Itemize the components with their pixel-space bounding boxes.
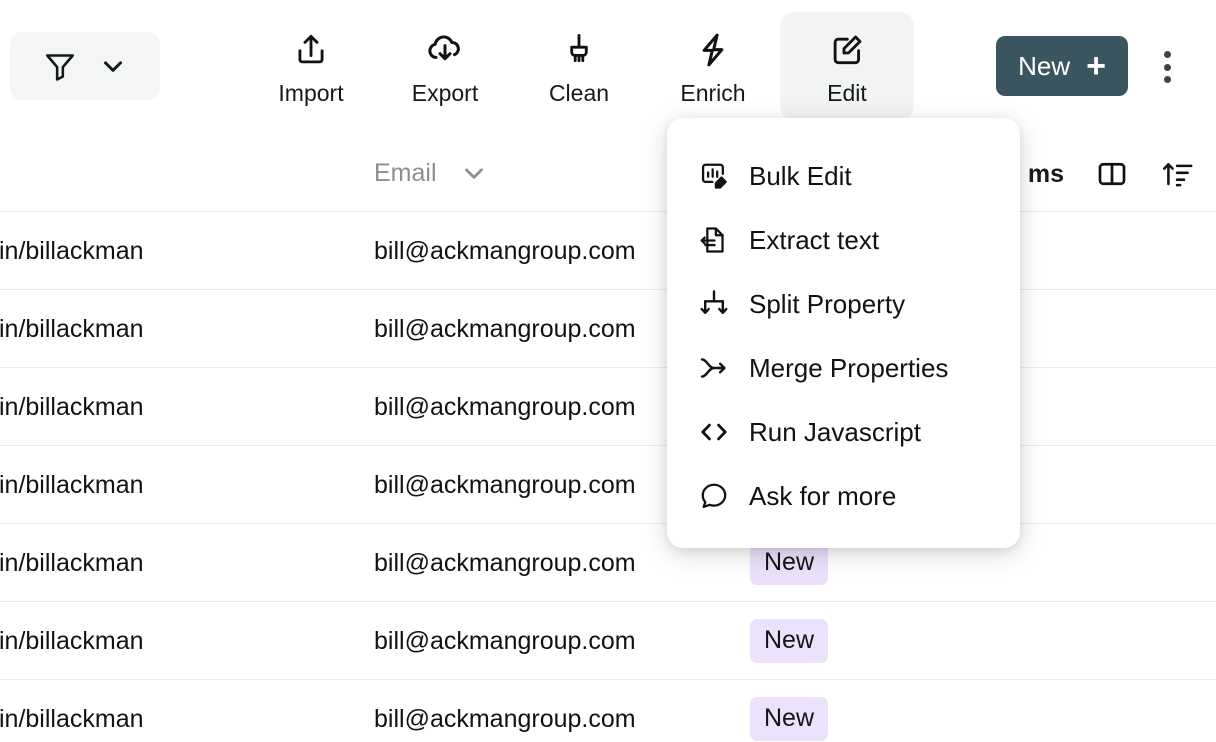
chevron-down-icon[interactable] xyxy=(459,158,489,188)
menu-item-label: Ask for more xyxy=(749,480,897,511)
menu-item-ask-for-more[interactable]: Ask for more xyxy=(667,464,1020,528)
menu-item-merge-properties[interactable]: Merge Properties xyxy=(667,336,1020,400)
table-row[interactable]: in/billackman bill@ackmangroup.com New xyxy=(0,602,1216,680)
cell-email: bill@ackmangroup.com xyxy=(374,626,636,655)
filter-icon[interactable] xyxy=(42,48,78,84)
cell-email: bill@ackmangroup.com xyxy=(374,314,636,343)
cell-status: New xyxy=(750,602,829,680)
toolbar-actions: Import Export Clean Enrich Edit xyxy=(244,12,914,120)
cell-email: bill@ackmangroup.com xyxy=(374,470,636,499)
table-header: Email ms xyxy=(0,142,1216,212)
cell-email: bill@ackmangroup.com xyxy=(374,704,636,733)
items-count-label: ms xyxy=(1027,159,1064,188)
kebab-icon[interactable] xyxy=(1150,48,1184,86)
table-row[interactable]: in/billackman bill@ackmangroup.com xyxy=(0,368,1216,446)
split-property-icon xyxy=(697,287,731,321)
cell-linkedin: in/billackman xyxy=(0,314,144,343)
app-root: Import Export Clean Enrich Edit New + Em… xyxy=(0,0,1216,742)
cell-email: bill@ackmangroup.com xyxy=(374,548,636,577)
toolbar-label-enrich: Enrich xyxy=(680,80,746,106)
cell-linkedin: in/billackman xyxy=(0,470,144,499)
cell-linkedin: in/billackman xyxy=(0,236,144,265)
lightning-bolt-icon xyxy=(694,30,732,70)
split-panel-icon[interactable] xyxy=(1094,156,1130,192)
table-row[interactable]: in/billackman bill@ackmangroup.com New xyxy=(0,680,1216,742)
new-button-label: New xyxy=(1018,50,1071,81)
speech-bubble-icon xyxy=(697,479,731,513)
table-row[interactable]: in/billackman bill@ackmangroup.com xyxy=(0,290,1216,368)
toolbar-button-export[interactable]: Export xyxy=(378,12,512,120)
cell-linkedin: in/billackman xyxy=(0,392,144,421)
sort-ascending-icon[interactable] xyxy=(1160,156,1196,192)
menu-item-label: Run Javascript xyxy=(749,416,921,447)
table-row[interactable]: in/billackman bill@ackmangroup.com xyxy=(0,446,1216,524)
cell-linkedin: in/billackman xyxy=(0,548,144,577)
toolbar-button-enrich[interactable]: Enrich xyxy=(646,12,780,120)
status-badge: New xyxy=(750,619,829,663)
menu-item-extract-text[interactable]: Extract text xyxy=(667,208,1020,272)
toolbar-label-clean: Clean xyxy=(548,80,610,106)
filter-button-group[interactable] xyxy=(10,32,160,100)
cell-email: bill@ackmangroup.com xyxy=(374,392,636,421)
new-button[interactable]: New + xyxy=(996,36,1128,96)
edit-dropdown-menu: Bulk Edit Extract text Split Property Me… xyxy=(667,118,1020,548)
cell-email: bill@ackmangroup.com xyxy=(374,236,636,265)
bulk-edit-icon xyxy=(697,159,731,193)
cell-status: New xyxy=(750,680,829,742)
menu-item-label: Merge Properties xyxy=(749,352,949,383)
menu-item-bulk-edit[interactable]: Bulk Edit xyxy=(667,144,1020,208)
toolbar-label-import: Import xyxy=(278,80,344,106)
pencil-square-icon xyxy=(828,30,866,70)
column-header-email-label: Email xyxy=(374,158,437,187)
table-header-right-controls: ms xyxy=(1028,156,1196,192)
cell-linkedin: in/billackman xyxy=(0,626,144,655)
status-badge: New xyxy=(750,697,829,741)
broom-icon xyxy=(560,30,598,70)
toolbar-button-clean[interactable]: Clean xyxy=(512,12,646,120)
menu-item-run-javascript[interactable]: Run Javascript xyxy=(667,400,1020,464)
menu-item-label: Bulk Edit xyxy=(749,160,852,191)
toolbar-button-edit[interactable]: Edit xyxy=(780,12,914,120)
kebab-dot xyxy=(1163,63,1171,71)
toolbar-label-edit: Edit xyxy=(827,80,867,106)
kebab-dot xyxy=(1163,51,1171,58)
upload-icon xyxy=(292,30,330,70)
table-row[interactable]: in/billackman bill@ackmangroup.com xyxy=(0,212,1216,290)
toolbar: Import Export Clean Enrich Edit New + xyxy=(0,0,1216,132)
kebab-dot xyxy=(1163,76,1171,83)
toolbar-label-export: Export xyxy=(411,80,479,106)
table-body: in/billackman bill@ackmangroup.com in/bi… xyxy=(0,212,1216,742)
menu-item-label: Extract text xyxy=(749,224,880,255)
toolbar-button-import[interactable]: Import xyxy=(244,12,378,120)
code-brackets-icon xyxy=(697,415,731,449)
extract-text-icon xyxy=(697,223,731,257)
cloud-download-icon xyxy=(425,30,465,70)
merge-properties-icon xyxy=(697,351,731,385)
menu-item-label: Split Property xyxy=(749,288,906,319)
menu-item-split-property[interactable]: Split Property xyxy=(667,272,1020,336)
table-row[interactable]: in/billackman bill@ackmangroup.com New xyxy=(0,524,1216,602)
chevron-down-icon[interactable] xyxy=(98,51,128,81)
plus-icon: + xyxy=(1086,47,1106,85)
cell-linkedin: in/billackman xyxy=(0,704,144,733)
column-header-email[interactable]: Email xyxy=(374,158,489,188)
